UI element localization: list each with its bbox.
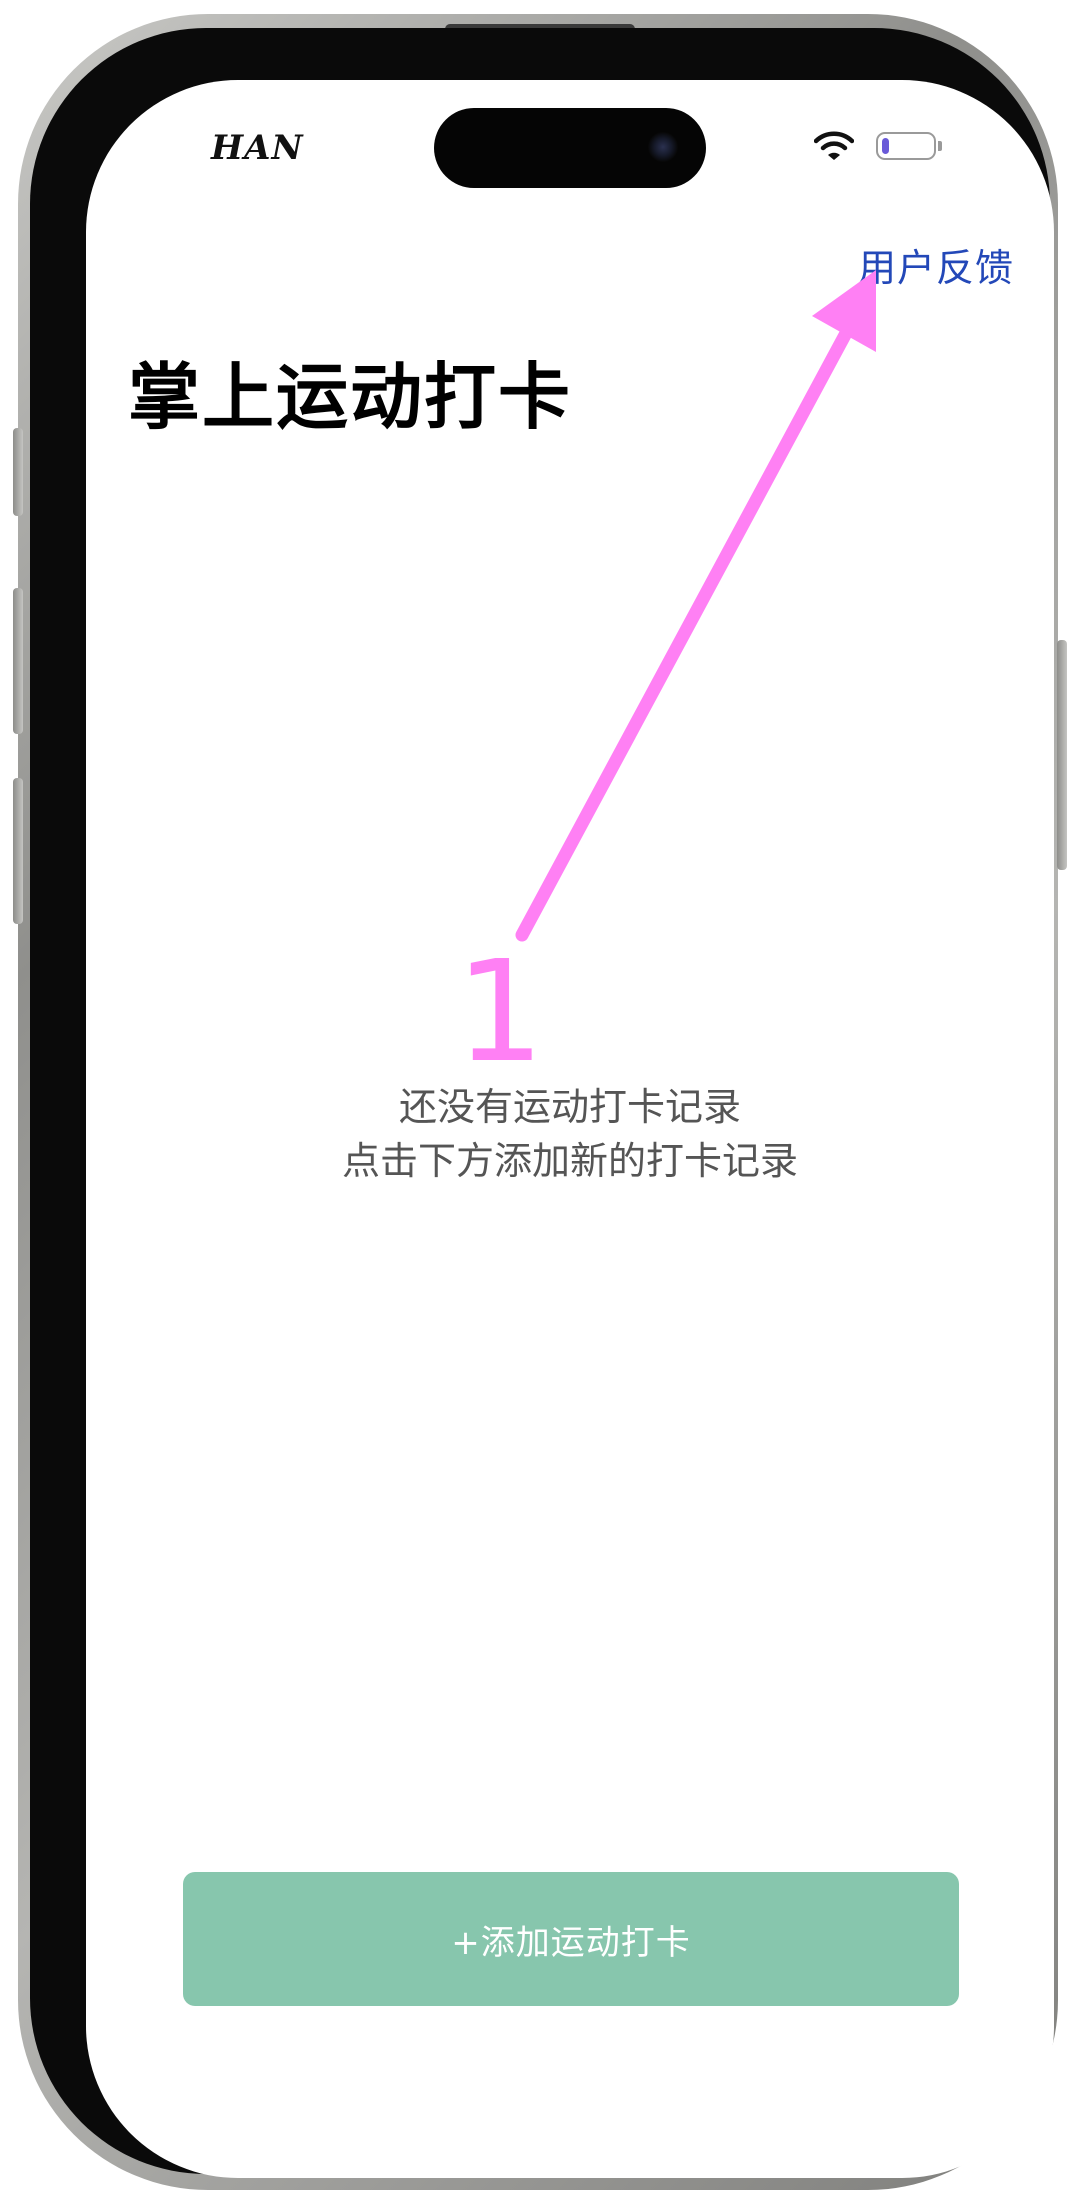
empty-state-line2: 点击下方添加新的打卡记录 <box>341 1139 798 1183</box>
battery-cap <box>938 141 942 151</box>
feedback-link[interactable]: 用户反馈 <box>858 237 1014 292</box>
phone-bezel: HAN 用户反馈 掌上运动打卡 还没有运动打卡记录 点击下方添加新的打卡记录 +… <box>30 28 1054 2178</box>
app-screen: HAN 用户反馈 掌上运动打卡 还没有运动打卡记录 点击下方添加新的打卡记录 +… <box>86 80 1054 2178</box>
power-button <box>1057 640 1067 870</box>
page-title: 掌上运动打卡 <box>128 355 573 439</box>
add-checkin-button[interactable]: +添加运动打卡 <box>183 1872 959 2006</box>
carrier-label: HAN <box>211 128 304 168</box>
action-button <box>13 428 23 516</box>
dynamic-island <box>434 108 706 188</box>
camera-icon <box>648 132 678 162</box>
volume-up-button <box>13 588 23 734</box>
battery-icon <box>876 132 936 160</box>
empty-state-message: 还没有运动打卡记录 点击下方添加新的打卡记录 <box>86 1080 1054 1188</box>
empty-state-line1: 还没有运动打卡记录 <box>398 1085 741 1129</box>
wifi-icon <box>814 131 854 160</box>
volume-down-button <box>13 778 23 924</box>
battery-level-fill <box>882 138 889 154</box>
